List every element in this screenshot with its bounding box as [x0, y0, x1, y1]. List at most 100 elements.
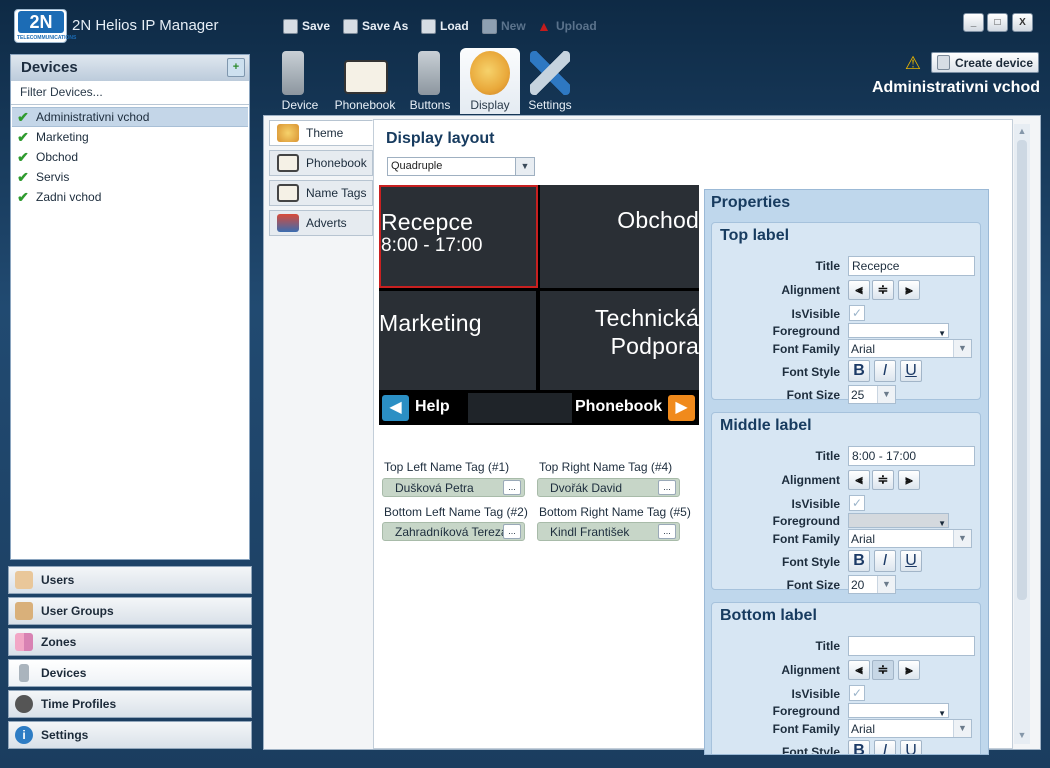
nametag-field[interactable]: Dvořák David...	[537, 478, 680, 497]
layout-select[interactable]: Quadruple ▼	[387, 157, 535, 176]
close-button[interactable]: X	[1012, 13, 1033, 32]
subtab-phonebook[interactable]: Phonebook	[269, 150, 373, 176]
chevron-down-icon: ▼	[877, 386, 895, 403]
device-list-item[interactable]: ✔ Obchod	[12, 147, 248, 167]
align-center-icon[interactable]: ≑	[872, 280, 894, 300]
minimize-button[interactable]: _	[963, 13, 984, 32]
save-as-button[interactable]: Save As	[343, 17, 408, 35]
scroll-up-icon[interactable]: ▲	[1014, 126, 1030, 138]
align-center-icon[interactable]: ≑	[872, 660, 894, 680]
nav-user-groups[interactable]: User Groups	[8, 597, 252, 625]
isvisible-checkbox[interactable]: ✓	[849, 305, 865, 321]
underline-button[interactable]: U	[900, 740, 922, 754]
foreground-color-picker[interactable]: ▼	[848, 513, 949, 528]
warning-icon: ⚠	[904, 53, 922, 73]
title-input[interactable]	[848, 636, 975, 656]
align-right-icon[interactable]: ⫸	[898, 280, 920, 300]
chevron-down-icon: ▼	[953, 530, 971, 547]
align-left-icon[interactable]: ⫷	[848, 280, 870, 300]
browse-button[interactable]: ...	[503, 524, 521, 539]
name-tags-icon	[277, 184, 299, 202]
middle-label-group: Middle label Title 8:00 - 17:00 Alignmen…	[711, 412, 981, 594]
new-button[interactable]: New	[482, 17, 526, 35]
bold-button[interactable]: B	[848, 360, 870, 382]
underline-button[interactable]: U	[900, 550, 922, 572]
font-size-select[interactable]: 20 ▼	[848, 575, 896, 594]
subtab-adverts[interactable]: Adverts	[269, 210, 373, 236]
cell-bottom-right[interactable]: Technická Podpora	[540, 291, 699, 390]
scroll-thumb[interactable]	[1017, 140, 1027, 600]
browse-button[interactable]: ...	[503, 480, 521, 495]
align-center-icon[interactable]: ≑	[872, 470, 894, 490]
upload-button[interactable]: ▲ Upload	[537, 17, 597, 35]
devices-panel: Devices + Filter Devices... ✔ Administrat…	[10, 54, 250, 560]
align-right-icon[interactable]: ⫸	[898, 660, 920, 680]
title-input[interactable]: Recepce	[848, 256, 975, 276]
nav-zones[interactable]: Zones	[8, 628, 252, 656]
cell-top-left[interactable]: Recepce 8:00 - 17:00	[379, 185, 538, 288]
tab-display[interactable]: Display	[460, 48, 520, 114]
device-list-item[interactable]: ✔ Marketing	[12, 127, 248, 147]
isvisible-checkbox[interactable]: ✓	[849, 495, 865, 511]
nav-time-profiles[interactable]: Time Profiles	[8, 690, 252, 718]
save-as-icon	[343, 18, 358, 34]
maximize-button[interactable]: □	[987, 13, 1008, 32]
load-button[interactable]: Load	[421, 17, 469, 35]
nav-users[interactable]: Users	[8, 566, 252, 594]
font-family-select[interactable]: Arial ▼	[848, 339, 972, 358]
font-family-select[interactable]: Arial ▼	[848, 529, 972, 548]
filter-devices-input[interactable]: Filter Devices...	[11, 81, 249, 105]
nav-settings[interactable]: i Settings	[8, 721, 252, 749]
create-device-button[interactable]: Create device	[931, 52, 1039, 73]
nametag-label: Top Right Name Tag (#4)	[539, 460, 673, 474]
align-left-icon[interactable]: ⫷	[848, 470, 870, 490]
isvisible-checkbox[interactable]: ✓	[849, 685, 865, 701]
tab-device[interactable]: Device	[270, 48, 330, 114]
browse-button[interactable]: ...	[658, 524, 676, 539]
tools-icon	[530, 51, 570, 95]
checkmark-icon: ✔	[17, 128, 29, 145]
align-right-icon[interactable]: ⫸	[898, 470, 920, 490]
cell-top-right[interactable]: Obchod	[540, 185, 699, 288]
devices-panel-header: Devices +	[11, 55, 249, 81]
chevron-down-icon: ▼	[515, 157, 535, 176]
font-family-select[interactable]: Arial ▼	[848, 719, 972, 738]
foreground-color-picker[interactable]: ▼	[848, 703, 949, 718]
italic-button[interactable]: I	[874, 740, 896, 754]
subtab-theme[interactable]: Theme	[269, 120, 373, 146]
device-list-item[interactable]: ✔ Zadni vchod	[12, 187, 248, 207]
vertical-scrollbar[interactable]: ▲ ▼	[1014, 124, 1030, 744]
nametag-field[interactable]: Kindl František...	[537, 522, 680, 541]
browse-button[interactable]: ...	[658, 480, 676, 495]
underline-button[interactable]: U	[900, 360, 922, 382]
align-left-icon[interactable]: ⫷	[848, 660, 870, 680]
bold-button[interactable]: B	[848, 550, 870, 572]
scroll-down-icon[interactable]: ▼	[1014, 730, 1030, 742]
title-input[interactable]: 8:00 - 17:00	[848, 446, 975, 466]
info-icon: i	[15, 726, 33, 744]
preview-bar-center	[468, 393, 572, 423]
add-device-icon[interactable]: +	[227, 58, 245, 77]
arrow-right-icon: ▶	[668, 395, 695, 421]
device-icon	[19, 664, 29, 682]
nametag-field[interactable]: Zahradníková Tereza...	[382, 522, 525, 541]
tab-phonebook[interactable]: Phonebook	[330, 48, 400, 114]
nav-devices[interactable]: Devices	[8, 659, 252, 687]
italic-button[interactable]: I	[874, 550, 896, 572]
save-button[interactable]: Save	[283, 17, 330, 35]
foreground-color-picker[interactable]: ▼	[848, 323, 949, 338]
tab-settings[interactable]: Settings	[520, 48, 580, 114]
new-icon	[482, 18, 497, 34]
device-list-item[interactable]: ✔ Servis	[12, 167, 248, 187]
tab-buttons[interactable]: Buttons	[400, 48, 460, 114]
display-content: Theme Phonebook Name Tags Adverts Displa…	[263, 115, 1041, 755]
bold-button[interactable]: B	[848, 740, 870, 754]
cell-bottom-left[interactable]: Marketing	[379, 291, 536, 390]
nametag-field[interactable]: Dušková Petra...	[382, 478, 525, 497]
device-list-item[interactable]: ✔ Administrativni vchod	[12, 107, 248, 127]
italic-button[interactable]: I	[874, 360, 896, 382]
app-title: 2N Helios IP Manager	[72, 17, 219, 34]
subtab-name-tags[interactable]: Name Tags	[269, 180, 373, 206]
font-size-select[interactable]: 25 ▼	[848, 385, 896, 404]
zones-icon	[15, 633, 33, 651]
